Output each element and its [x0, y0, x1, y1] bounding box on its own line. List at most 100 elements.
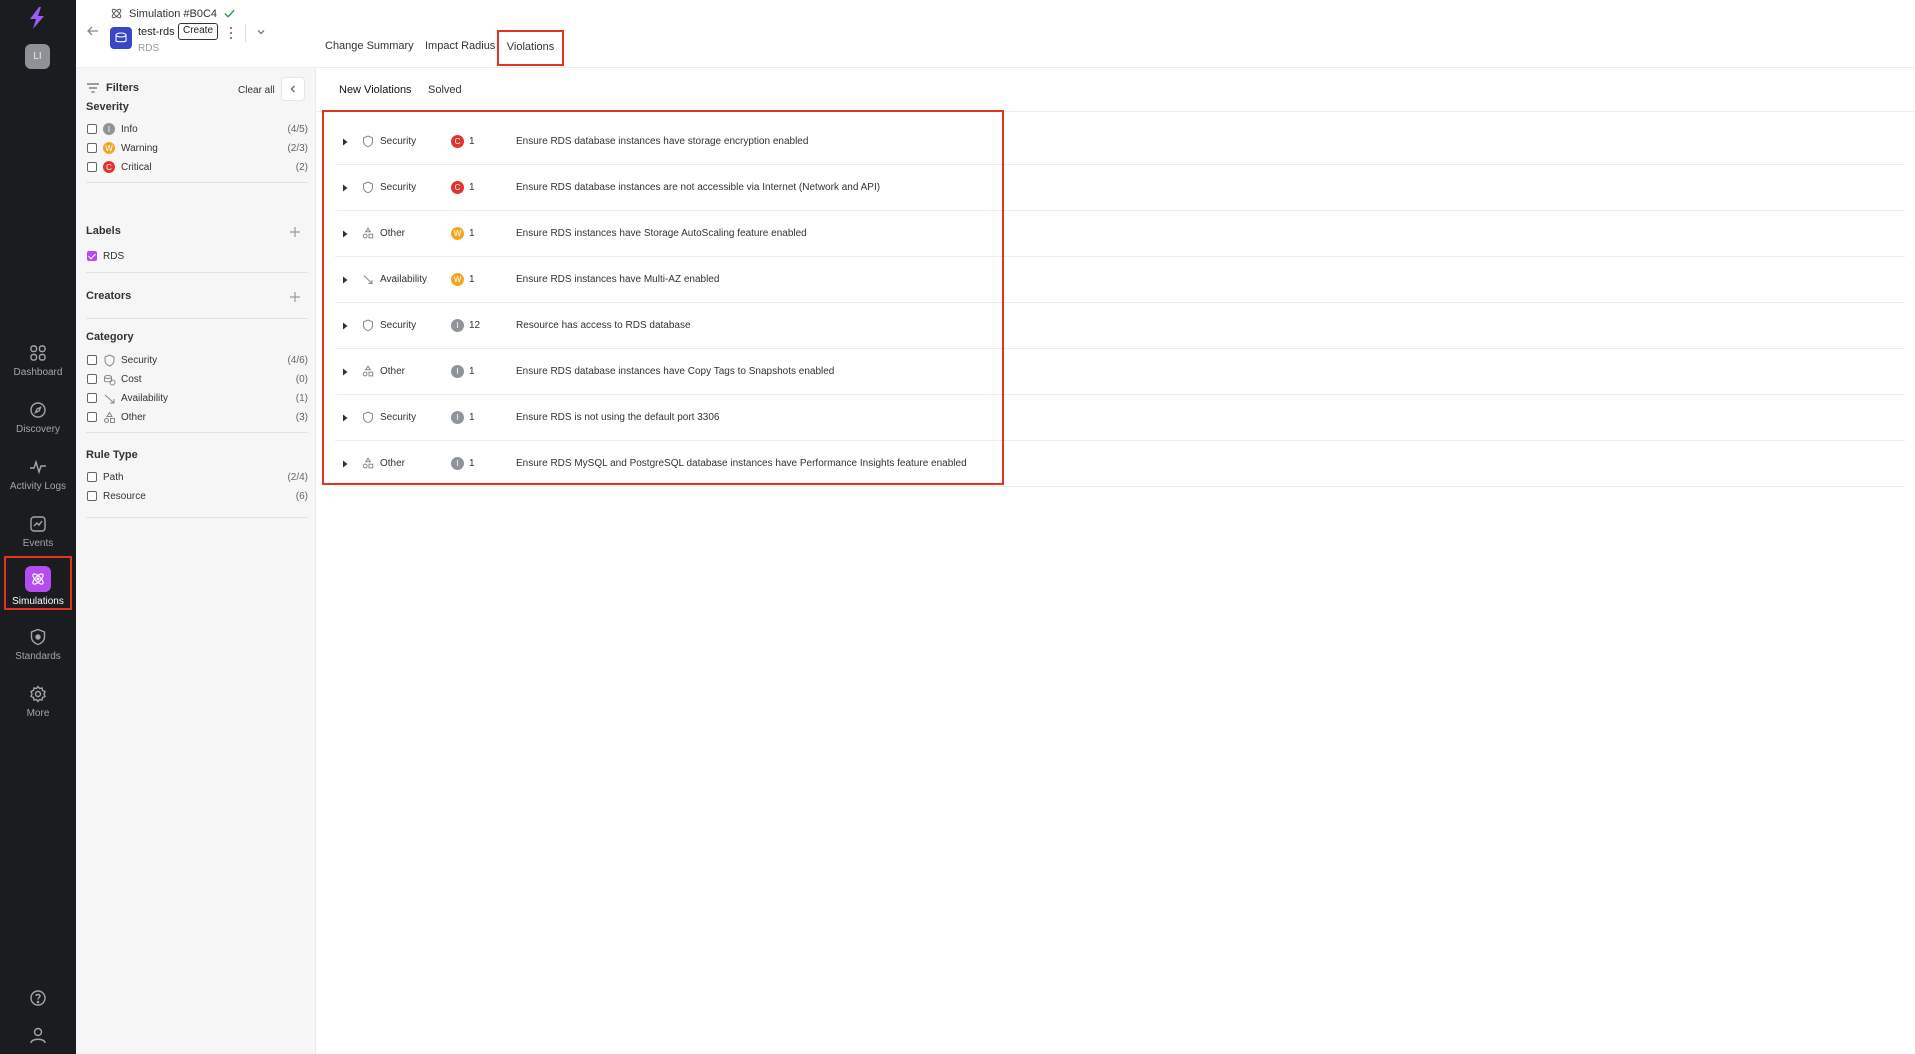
info-severity-icon: I [103, 123, 115, 135]
checkbox[interactable] [87, 355, 97, 365]
tab-new-violations[interactable]: New Violations [339, 84, 412, 96]
filter-category-cost[interactable]: Cost (0) [87, 371, 308, 387]
highlight-box [322, 110, 1004, 485]
events-icon [30, 516, 46, 532]
filter-severity-critical[interactable]: C Critical (2) [87, 159, 308, 175]
filter-label: Availability [121, 392, 169, 404]
critical-severity-icon: C [103, 161, 115, 173]
chevron-down-icon[interactable] [255, 26, 267, 38]
filter-label-rds[interactable]: RDS [87, 248, 308, 264]
tab-change-summary[interactable]: Change Summary [325, 40, 414, 52]
creators-section-title: Creators [86, 290, 132, 302]
checkbox[interactable] [87, 374, 97, 384]
labels-section-title: Labels [86, 225, 121, 237]
tab-impact-radius[interactable]: Impact Radius [425, 40, 495, 52]
filter-count: (0) [295, 373, 308, 385]
nav-item-more[interactable]: More [0, 681, 76, 733]
nav-item-activity-logs[interactable]: Activity Logs [0, 454, 76, 506]
nav-item-dashboard[interactable]: Dashboard [0, 340, 76, 392]
filter-label: Warning [121, 142, 158, 154]
clear-all-button[interactable]: Clear all [238, 85, 275, 96]
add-label-icon[interactable] [289, 226, 301, 238]
filter-severity-info[interactable]: I Info (4/5) [87, 121, 308, 137]
filter-icon [87, 83, 99, 93]
filters-title: Filters [106, 82, 140, 94]
add-creator-icon[interactable] [289, 291, 301, 303]
filter-count: (2) [295, 161, 308, 173]
filters-panel: Filters Clear all Severity I Info (4/5) … [76, 68, 316, 1054]
shield-icon [104, 353, 115, 367]
gear-icon [30, 685, 46, 703]
divider [86, 318, 308, 319]
filter-count: (6) [295, 490, 308, 502]
atom-icon [32, 573, 44, 585]
filter-label: Critical [121, 161, 152, 173]
rds-resource-icon [110, 27, 132, 49]
coins-icon [104, 374, 116, 385]
checkbox[interactable] [87, 162, 97, 172]
divider [245, 24, 246, 42]
filter-category-other[interactable]: Other (3) [87, 409, 308, 425]
divider [86, 272, 308, 273]
nav-rail: LI Dashboard Discovery Activity Logs Eve… [0, 0, 76, 1054]
violation-subtabs: New Violations Solved [316, 68, 1915, 112]
filter-label: Security [121, 354, 158, 366]
checkbox[interactable] [87, 393, 97, 403]
filter-label: Info [121, 123, 138, 135]
filter-label: RDS [103, 250, 125, 262]
category-section-title: Category [86, 331, 134, 343]
shield-icon [30, 628, 46, 646]
resource-name: test-rds [138, 26, 175, 38]
trend-down-icon [104, 394, 115, 403]
nav-label: More [26, 708, 50, 719]
collapse-filters-button[interactable] [281, 77, 305, 101]
atom-icon [111, 8, 122, 19]
back-arrow-icon[interactable] [86, 24, 100, 38]
filter-count: (4/6) [287, 354, 308, 366]
filter-category-security[interactable]: Security (4/6) [87, 352, 308, 368]
app-logo-icon[interactable] [26, 6, 48, 30]
checkbox-checked[interactable] [87, 251, 97, 261]
filter-count: (2/4) [287, 471, 308, 483]
checkbox[interactable] [87, 472, 97, 482]
activity-icon [30, 459, 46, 475]
filter-rule-type-path[interactable]: Path (2/4) [87, 469, 308, 485]
action-badge: Create [178, 23, 219, 40]
divider [86, 432, 308, 433]
nav-item-standards[interactable]: Standards [0, 624, 76, 676]
nav-label: Dashboard [13, 367, 63, 378]
dashboard-icon [30, 345, 46, 361]
resource-type: RDS [138, 43, 160, 54]
header [76, 0, 1915, 68]
user-icon[interactable] [28, 1025, 48, 1045]
tab-solved[interactable]: Solved [428, 84, 462, 96]
compass-icon [30, 402, 46, 418]
nav-item-discovery[interactable]: Discovery [0, 397, 76, 449]
filter-label: Resource [103, 490, 146, 502]
checkbox[interactable] [87, 124, 97, 134]
nav-label: Events [22, 538, 54, 549]
checkbox[interactable] [87, 143, 97, 153]
filter-rule-type-resource[interactable]: Resource (6) [87, 488, 308, 504]
nav-label: Simulations [12, 596, 64, 607]
filters-header: Filters [86, 82, 139, 94]
filter-severity-warning[interactable]: W Warning (2/3) [87, 140, 308, 156]
check-icon [224, 9, 235, 18]
help-icon[interactable] [28, 988, 48, 1008]
nav-label: Standards [15, 651, 61, 662]
nav-item-simulations[interactable]: Simulations [4, 556, 72, 610]
tab-violations[interactable]: Violations [497, 30, 564, 66]
avatar[interactable]: LI [25, 44, 50, 69]
shapes-icon [104, 411, 115, 423]
warning-severity-icon: W [103, 142, 115, 154]
filter-label: Path [103, 471, 124, 483]
filter-count: (2/3) [287, 142, 308, 154]
filter-category-availability[interactable]: Availability (1) [87, 390, 308, 406]
checkbox[interactable] [87, 491, 97, 501]
divider [86, 182, 308, 183]
kebab-menu-icon[interactable] [229, 26, 233, 40]
checkbox[interactable] [87, 412, 97, 422]
filter-label: Cost [121, 373, 142, 385]
filter-count: (3) [295, 411, 308, 423]
simulation-title: Simulation #B0C4 [129, 7, 218, 20]
